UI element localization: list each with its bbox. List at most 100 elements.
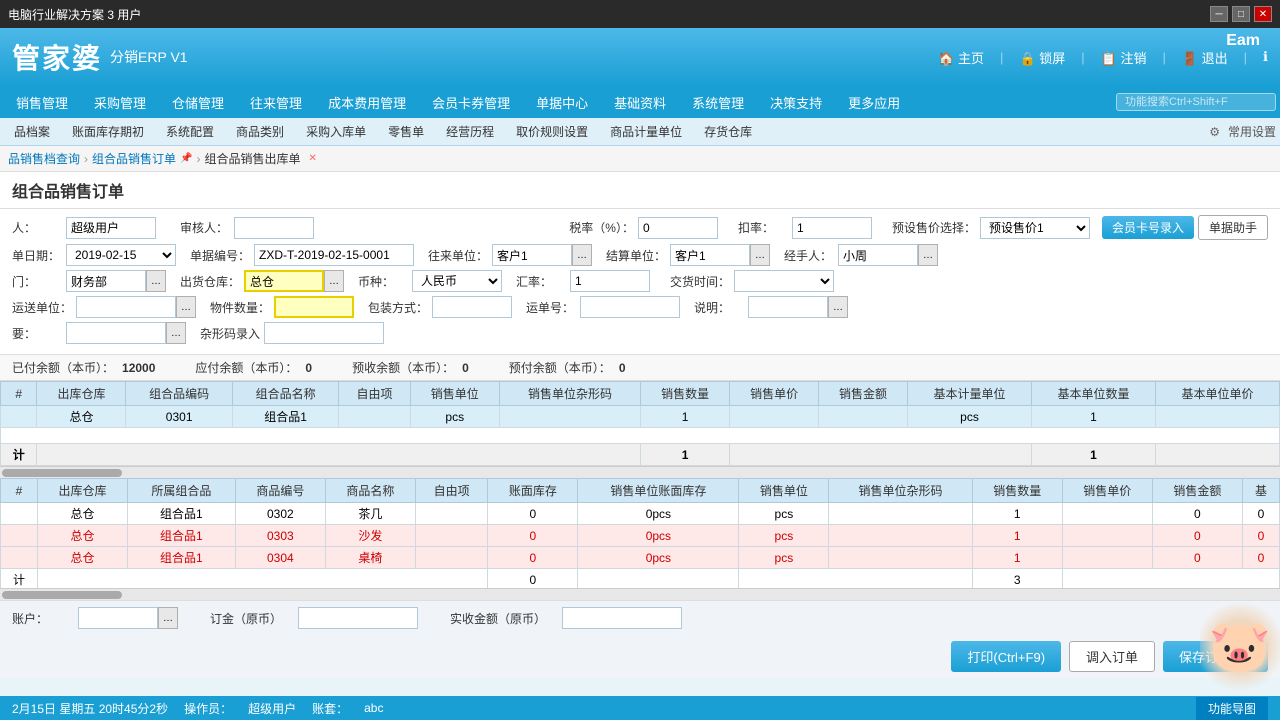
handler-btn[interactable]: … (918, 244, 938, 266)
to-unit-input[interactable] (492, 244, 572, 266)
preset-label: 预设售价选择： (892, 219, 976, 236)
lock-link[interactable]: 🔒 锁屏 (1019, 48, 1065, 67)
home-link[interactable]: 🏠 主页 (938, 48, 984, 67)
auditor-input[interactable] (234, 217, 314, 239)
parts-input[interactable] (274, 296, 354, 318)
handler-input[interactable] (838, 244, 918, 266)
function-search-input[interactable] (1116, 93, 1276, 111)
close-btn[interactable]: ✕ (1254, 6, 1272, 22)
sub-col-warehouse: 出库仓库 (37, 479, 127, 503)
nav-decision[interactable]: 决策支持 (758, 89, 834, 116)
remark-input[interactable] (748, 296, 828, 318)
remark-btn[interactable]: … (828, 296, 848, 318)
receivable-value: 0 (305, 361, 312, 375)
need-btn[interactable]: … (166, 322, 186, 344)
nav-voucher[interactable]: 单据中心 (524, 89, 600, 116)
rate-input[interactable] (570, 270, 650, 292)
window-controls[interactable]: ─ □ ✕ (1210, 6, 1272, 22)
subnav-uom[interactable]: 商品计量单位 (600, 121, 692, 142)
account-btn[interactable]: … (158, 607, 178, 629)
date-label: 单日期： (12, 247, 62, 264)
nav-relations[interactable]: 往来管理 (238, 89, 314, 116)
settle-unit-btn[interactable]: … (750, 244, 770, 266)
dept-input[interactable] (66, 270, 146, 292)
warehouse-input[interactable] (244, 270, 324, 292)
account-label: 账户： (12, 610, 62, 627)
settings-icon[interactable]: ⚙ (1209, 125, 1220, 139)
barcode-input[interactable] (264, 322, 384, 344)
pack-input[interactable] (432, 296, 512, 318)
sub-col-stock: 账面库存 (488, 479, 578, 503)
nav-cost[interactable]: 成本费用管理 (316, 89, 418, 116)
sub-table-row[interactable]: 总仓 组合品1 0303 沙发 0 0pcs pcs 1 0 0 (1, 525, 1280, 547)
scrollbar-thumb[interactable] (2, 469, 122, 477)
minimize-btn[interactable]: ─ (1210, 6, 1228, 22)
nav-warehouse[interactable]: 仓储管理 (160, 89, 236, 116)
maximize-btn[interactable]: □ (1232, 6, 1250, 22)
exchange-select[interactable] (734, 270, 834, 292)
sub-table-scrollbar[interactable] (0, 588, 1280, 600)
order-input[interactable] (298, 607, 418, 629)
nav-basic[interactable]: 基础资料 (602, 89, 678, 116)
function-map-btn[interactable]: 功能导图 (1196, 697, 1268, 720)
sub-col-qty: 销售数量 (972, 479, 1062, 503)
nav-sales[interactable]: 销售管理 (4, 89, 80, 116)
warehouse-btn[interactable]: … (324, 270, 344, 292)
nav-member[interactable]: 会员卡券管理 (420, 89, 522, 116)
ship-btn[interactable]: … (176, 296, 196, 318)
account-input[interactable] (78, 607, 158, 629)
exit-link[interactable]: 🚪 退出 (1182, 48, 1228, 67)
subnav-category[interactable]: 商品类别 (226, 121, 294, 142)
ship-label: 运送单位： (12, 299, 72, 316)
subnav-config[interactable]: 系统配置 (156, 121, 224, 142)
breadcrumb-query[interactable]: 品销售档查询 (8, 150, 80, 167)
settle-unit-input[interactable] (670, 244, 750, 266)
nav-more[interactable]: 更多应用 (836, 89, 912, 116)
main-table-scrollbar[interactable] (0, 466, 1280, 478)
date-select[interactable]: 2019-02-15 (66, 244, 176, 266)
subnav-retail[interactable]: 零售单 (378, 121, 434, 142)
to-unit-btn[interactable]: … (572, 244, 592, 266)
payable-value: 12000 (122, 361, 155, 375)
nav-purchase[interactable]: 采购管理 (82, 89, 158, 116)
sub-table-row[interactable]: 总仓 组合品1 0302 茶几 0 0pcs pcs 1 0 0 (1, 503, 1280, 525)
dept-btn[interactable]: … (146, 270, 166, 292)
doc-input[interactable] (254, 244, 414, 266)
subnav-warehouse[interactable]: 存货仓库 (694, 121, 762, 142)
print-btn[interactable]: 打印(Ctrl+F9) (951, 641, 1061, 672)
sub-col-seq: # (1, 479, 38, 503)
helper-btn[interactable]: 单据助手 (1198, 215, 1268, 240)
preset-select[interactable]: 预设售价1 (980, 217, 1090, 239)
sub-col-price: 销售单价 (1062, 479, 1152, 503)
import-btn[interactable]: 调入订单 (1069, 641, 1155, 672)
actual-input[interactable] (562, 607, 682, 629)
dept-label: 门： (12, 273, 62, 290)
need-input[interactable] (66, 322, 166, 344)
subnav-history[interactable]: 经营历程 (436, 121, 504, 142)
currency-select[interactable]: 人民币 (412, 270, 502, 292)
member-card-btn[interactable]: 会员卡号录入 (1102, 216, 1194, 239)
sub-scrollbar-thumb[interactable] (2, 591, 122, 599)
subnav-price-rule[interactable]: 取价规则设置 (506, 121, 598, 142)
breadcrumb-sales-order[interactable]: 组合品销售订单 (92, 150, 176, 167)
subnav-archive[interactable]: 品档案 (4, 121, 60, 142)
breadcrumb-icon-close[interactable]: ✕ (309, 153, 317, 164)
discount-input[interactable] (792, 217, 872, 239)
doc-label: 单据编号： (190, 247, 250, 264)
sub-table-row[interactable]: 总仓 组合品1 0304 桌椅 0 0pcs pcs 1 0 0 (1, 547, 1280, 569)
sub-nav-right: ⚙ 常用设置 (1209, 123, 1276, 140)
barcode-label: 杂形码录入 (200, 325, 260, 342)
nav-system[interactable]: 系统管理 (680, 89, 756, 116)
subnav-init-stock[interactable]: 账面库存期初 (62, 121, 154, 142)
info-link[interactable]: ℹ (1263, 49, 1268, 65)
main-nav: 销售管理 采购管理 仓储管理 往来管理 成本费用管理 会员卡券管理 单据中心 基… (0, 86, 1280, 118)
tax-input[interactable] (638, 217, 718, 239)
table-row[interactable]: 总仓 0301 组合品1 pcs 1 pcs 1 (1, 406, 1280, 428)
ship-input[interactable] (76, 296, 176, 318)
logout-link[interactable]: 📋 注销 (1101, 48, 1147, 67)
person-input[interactable] (66, 217, 156, 239)
discount-label: 扣率： (738, 219, 788, 236)
ship-no-input[interactable] (580, 296, 680, 318)
subnav-purchase-in[interactable]: 采购入库单 (296, 121, 376, 142)
settings-label[interactable]: 常用设置 (1228, 123, 1276, 140)
